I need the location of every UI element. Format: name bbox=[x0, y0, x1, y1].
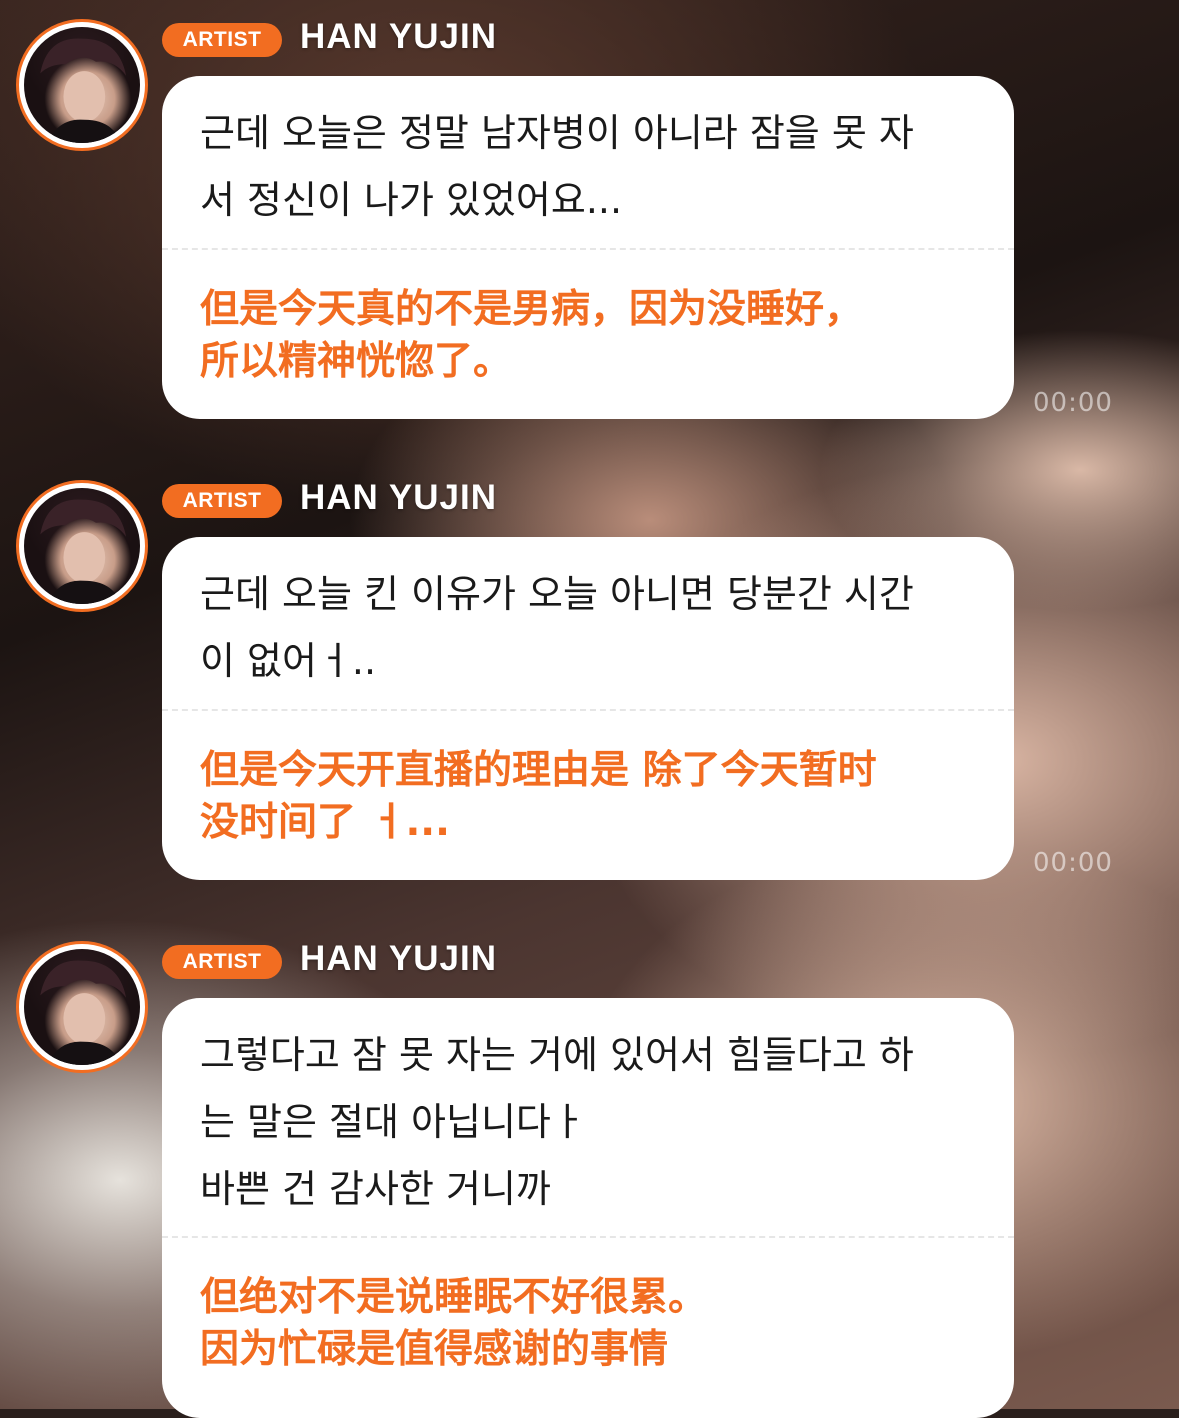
message-bubble: 근데 오늘 킨 이유가 오늘 아니면 당분간 시간 이 없어ㅓ.. 但是今天开直… bbox=[162, 537, 1014, 880]
artist-badge: ARTIST bbox=[162, 484, 282, 518]
message-bubble: 근데 오늘은 정말 남자병이 아니라 잠을 못 자 서 정신이 나가 있었어요.… bbox=[162, 76, 1014, 419]
artist-badge: ARTIST bbox=[162, 945, 282, 979]
avatar-photo bbox=[24, 27, 140, 143]
avatar-photo bbox=[24, 949, 140, 1065]
translation-text: 但是今天开直播的理由是 除了今天暂时 没时间了 ㅓ... bbox=[200, 748, 877, 845]
avatar[interactable] bbox=[16, 480, 148, 612]
avatar-photo bbox=[24, 488, 140, 604]
translation-text: 但是今天真的不是男病，因为没睡好， 所以精神恍惚了。 bbox=[200, 287, 864, 384]
artist-name: HAN YUJIN bbox=[300, 939, 498, 978]
korean-text: 그렇다고 잠 못 자는 거에 있어서 힘들다고 하 는 말은 절대 아닙니다ㅏ … bbox=[200, 1033, 914, 1211]
avatar[interactable] bbox=[16, 19, 148, 151]
timestamp: 00:00 bbox=[1033, 848, 1113, 878]
artist-name: HAN YUJIN bbox=[300, 17, 498, 56]
message-bubble: 그렇다고 잠 못 자는 거에 있어서 힘들다고 하 는 말은 절대 아닙니다ㅏ … bbox=[162, 998, 1014, 1418]
artist-name: HAN YUJIN bbox=[300, 478, 498, 517]
timestamp: 00:00 bbox=[1033, 388, 1113, 418]
korean-text: 근데 오늘은 정말 남자병이 아니라 잠을 못 자 서 정신이 나가 있었어요.… bbox=[200, 111, 914, 222]
translation-text: 但绝对不是说睡眠不好很累。 因为忙碌是值得感谢的事情 bbox=[200, 1275, 708, 1372]
korean-text: 근데 오늘 킨 이유가 오늘 아니면 당분간 시간 이 없어ㅓ.. bbox=[200, 572, 914, 683]
artist-badge: ARTIST bbox=[162, 23, 282, 57]
avatar[interactable] bbox=[16, 941, 148, 1073]
